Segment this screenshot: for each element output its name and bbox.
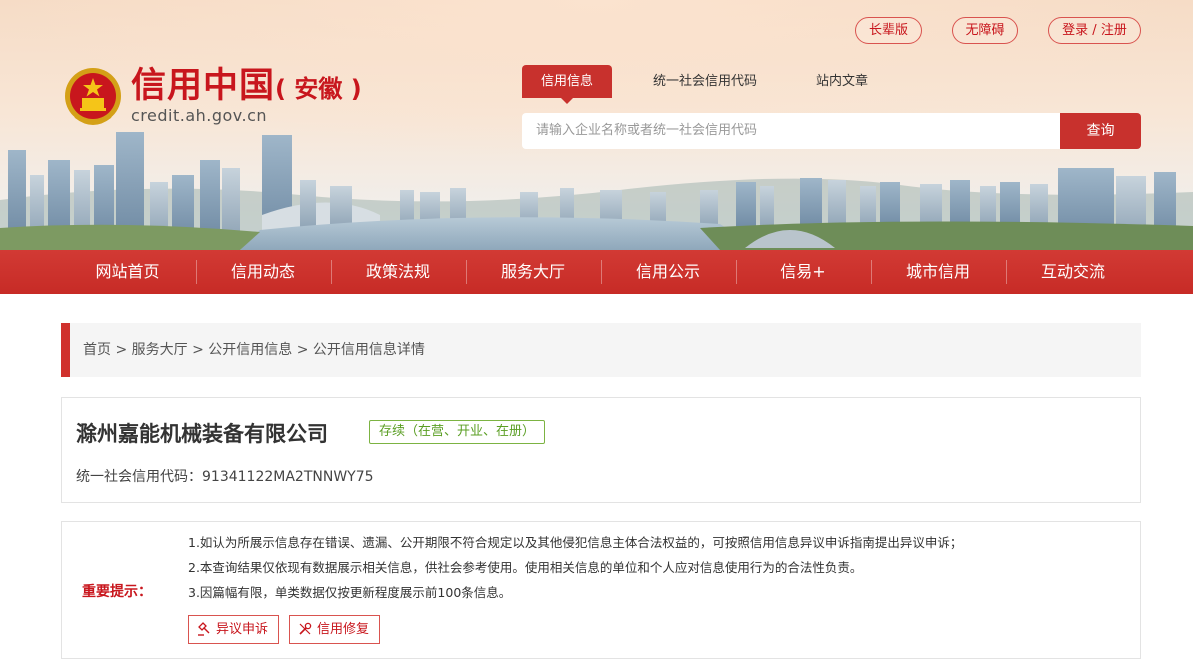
nav-credit-publicity[interactable]: 信用公示 <box>601 250 735 294</box>
nav-home[interactable]: 网站首页 <box>60 250 195 294</box>
notice-label: 重要提示： <box>82 584 152 600</box>
site-url: credit.ah.gov.cn <box>131 106 268 125</box>
national-emblem-icon <box>65 68 121 125</box>
nav-credit-news[interactable]: 信用动态 <box>196 250 330 294</box>
site-province: ( 安徽 ) <box>275 75 362 103</box>
important-notice-panel: 重要提示： 1.如认为所展示信息存在错误、遗漏、公开期限不符合规定以及其他侵犯信… <box>61 521 1141 659</box>
wrench-icon <box>299 622 312 635</box>
notice-line-2: 2.本查询结果仅依现有数据展示相关信息，供社会参考使用。使用相关信息的单位和个人… <box>188 560 863 575</box>
search-button[interactable]: 查询 <box>1060 113 1141 149</box>
gavel-icon <box>198 622 210 636</box>
site-logo-title[interactable]: 信用中国( 安徽 ) <box>131 64 362 111</box>
breadcrumb: 首页 > 服务大厅 > 公开信用信息 > 公开信用信息详情 <box>61 323 1141 377</box>
company-status-badge: 存续（在营、开业、在册） <box>369 420 546 444</box>
objection-appeal-button[interactable]: 异议申诉 <box>188 615 280 644</box>
notice-line-1: 1.如认为所展示信息存在错误、遗漏、公开期限不符合规定以及其他侵犯信息主体合法权… <box>188 535 963 550</box>
company-name: 滁州嘉能机械装备有限公司 <box>76 422 328 446</box>
notice-line-3: 3.因篇幅有限，单类数据仅按更新程度展示前100条信息。 <box>188 585 512 600</box>
tab-credit-code[interactable]: 统一社会信用代码 <box>640 65 770 98</box>
header-banner: 信用中国( 安徽 ) credit.ah.gov.cn 长辈版 无障碍 登录 /… <box>0 0 1193 250</box>
main-nav: 网站首页 信用动态 政策法规 服务大厅 信用公示 信易+ 城市信用 互动交流 <box>0 250 1193 294</box>
nav-interaction[interactable]: 互动交流 <box>1006 250 1140 294</box>
tab-site-articles[interactable]: 站内文章 <box>802 65 882 98</box>
elderly-version-link[interactable]: 长辈版 <box>855 17 922 44</box>
site-title: 信用中国 <box>131 66 276 106</box>
credit-code: 统一社会信用代码：91341122MA2TNNWY75 <box>76 469 374 485</box>
search-input[interactable]: 请输入企业名称或者统一社会信用代码 <box>522 113 1060 149</box>
nav-city-credit[interactable]: 城市信用 <box>871 250 1005 294</box>
breadcrumb-path[interactable]: 首页 > 服务大厅 > 公开信用信息 > 公开信用信息详情 <box>83 342 425 358</box>
nav-policies[interactable]: 政策法规 <box>331 250 465 294</box>
objection-appeal-label: 异议申诉 <box>216 622 269 637</box>
company-info-panel: 滁州嘉能机械装备有限公司 存续（在营、开业、在册） 统一社会信用代码：91341… <box>61 397 1141 503</box>
tab-credit-info[interactable]: 信用信息 <box>522 65 612 104</box>
accessibility-link[interactable]: 无障碍 <box>952 17 1018 44</box>
credit-repair-label: 信用修复 <box>317 622 370 637</box>
nav-service-hall[interactable]: 服务大厅 <box>466 250 600 294</box>
login-register-link[interactable]: 登录 / 注册 <box>1048 17 1141 44</box>
nav-xinyi-plus[interactable]: 信易+ <box>736 250 870 294</box>
credit-repair-button[interactable]: 信用修复 <box>289 615 381 644</box>
